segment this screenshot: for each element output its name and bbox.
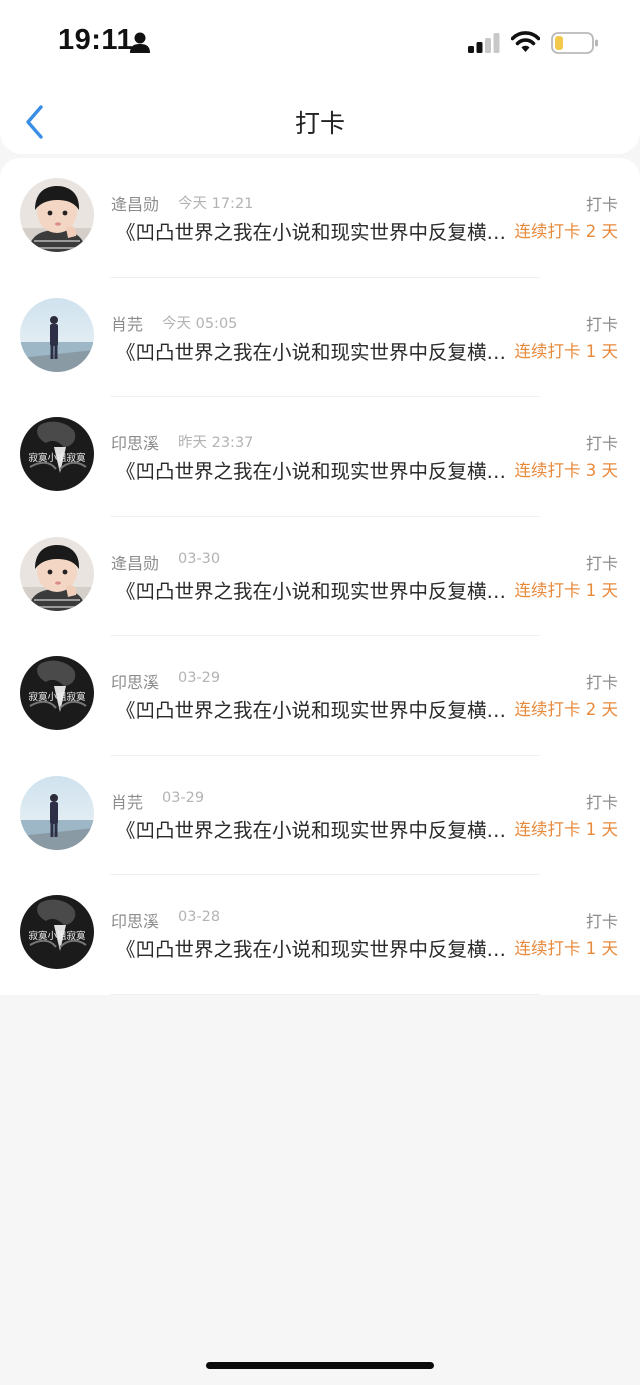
list-item[interactable]: 寂寞小姐寂寞 印思溪 03-29 打卡《凹凸世界之我在小说和现实世界中反复横跳》 连续打… (0, 636, 640, 756)
book-title[interactable]: 《凹凸世界之我在小说和现实世界中反复横跳》 (116, 694, 514, 723)
checkin-type-label: 打卡 (585, 434, 618, 453)
book-title[interactable]: 《凹凸世界之我在小说和现实世界中反复横跳》 (116, 814, 514, 843)
checkin-time: 03-28 (178, 909, 221, 925)
page-title: 打卡 (294, 109, 345, 138)
cellular-signal-icon (468, 33, 500, 57)
book-title[interactable]: 《凹凸世界之我在小说和现实世界中反复横跳》 (116, 336, 514, 365)
checkin-time: 03-29 (162, 789, 205, 806)
book-title[interactable]: 《凹凸世界之我在小说和现实世界中反复横跳》 (116, 575, 514, 604)
checkin-type-label: 打卡 (585, 553, 618, 573)
user-name[interactable]: 印思溪 (111, 430, 159, 454)
checkin-time: 03-29 (178, 670, 221, 686)
avatar[interactable]: 寂寞小姐寂寞 (20, 656, 94, 730)
avatar[interactable]: 寂寞小姐寂寞 (20, 417, 94, 491)
checkin-type-label: 打卡 (585, 792, 618, 812)
user-name[interactable]: 逄昌勋 (111, 550, 159, 574)
streak-badge: 连续打卡 2 天 (514, 700, 619, 719)
checkin-time: 今天 05:05 (162, 315, 238, 332)
streak-badge: 连续打卡 1 天 (514, 341, 619, 361)
avatar[interactable] (20, 178, 94, 252)
book-title[interactable]: 《凹凸世界之我在小说和现实世界中反复横跳》 (116, 933, 514, 962)
user-name[interactable]: 逄昌勋 (111, 191, 159, 215)
user-name[interactable]: 肖芫 (111, 789, 143, 813)
avatar-text: 寂寞小姐寂寞 (28, 930, 86, 942)
avatar-text: 寂寞小姐寂寞 (28, 691, 86, 703)
avatar[interactable] (20, 775, 94, 850)
home-indicator[interactable] (206, 1362, 434, 1369)
avatar[interactable]: 寂寞小姐寂寞 (20, 895, 94, 969)
list-item[interactable]: 肖芫 03-29 打卡《凹凸世界之我在小说和现实世界中反复横跳》 连续打卡 1 天 (0, 756, 640, 876)
book-title[interactable]: 《凹凸世界之我在小说和现实世界中反复横跳》 (116, 455, 514, 484)
person-icon (130, 32, 150, 58)
streak-badge: 连续打卡 2 天 (514, 222, 619, 241)
list-item[interactable]: 逄昌勋 今天 17:21 打卡《凹凸世界之我在小说和现实世界中反复横跳》 连续打卡 2… (0, 158, 640, 278)
list-item[interactable]: 寂寞小姐寂寞 印思溪 03-28 打卡《凹凸世界之我在小说和现实世界中反复横跳》 连续打… (0, 875, 640, 995)
battery-icon (551, 32, 599, 58)
checkin-time: 昨天 23:37 (178, 435, 254, 451)
user-name[interactable]: 印思溪 (111, 669, 159, 693)
status-time: 19:11 (58, 24, 134, 56)
checkin-time: 今天 17:21 (178, 196, 254, 212)
streak-badge: 连续打卡 3 天 (514, 461, 619, 480)
streak-badge: 连续打卡 1 天 (514, 939, 619, 958)
user-name[interactable]: 肖芫 (111, 311, 143, 335)
wifi-icon (510, 31, 541, 57)
status-bar: 19:11 (0, 0, 640, 88)
streak-badge: 连续打卡 1 天 (514, 819, 619, 839)
avatar[interactable] (20, 297, 94, 372)
checkin-type-label: 打卡 (585, 673, 618, 692)
checkin-type-label: 打卡 (585, 912, 618, 931)
user-name[interactable]: 印思溪 (111, 908, 159, 932)
checkin-type-label: 打卡 (585, 314, 618, 334)
avatar[interactable] (20, 536, 94, 611)
checkin-list: 逄昌勋 今天 17:21 打卡 《凹凸世界之我在小说和现实世界中反复横跳》 连续打卡 2… (0, 158, 640, 995)
book-title[interactable]: 《凹凸世界之我在小说和现实世界中反复横跳》 (116, 216, 514, 245)
streak-badge: 连续打卡 1 天 (514, 580, 619, 600)
list-item[interactable]: 逄昌勋 03-30 打卡《凹凸世界之我在小说和现实世界中反复横跳》 连续打卡 1 天 (0, 517, 640, 637)
nav-bar: 打卡 (0, 88, 640, 154)
checkin-time: 03-30 (178, 550, 221, 567)
checkin-type-label: 打卡 (585, 195, 618, 214)
list-item[interactable]: 肖芫 今天 05:05 打卡《凹凸世界之我在小说和现实世界中反复横跳》 连续打卡 1 … (0, 278, 640, 398)
list-item[interactable]: 寂寞小姐寂寞 印思溪 昨天 23:37 打卡《凹凸世界之我在小说和现实世界中反复横跳》… (0, 397, 640, 517)
avatar-text: 寂寞小姐寂寞 (28, 452, 86, 464)
